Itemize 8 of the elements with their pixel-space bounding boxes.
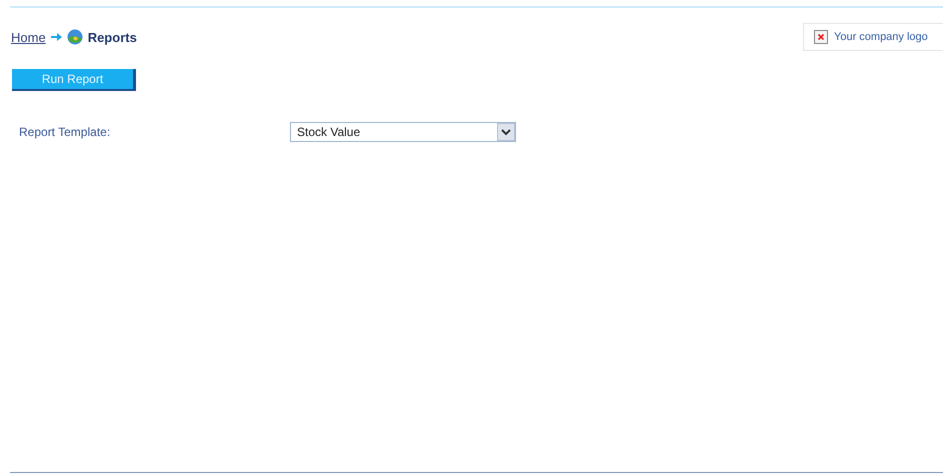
broken-image-icon xyxy=(814,30,828,44)
breadcrumb-link[interactable]: Home xyxy=(11,30,46,44)
breadcrumb-current: Reports xyxy=(88,30,137,44)
arrow-icon xyxy=(50,33,62,41)
report-template-select[interactable]: Stock Value xyxy=(290,122,516,142)
field-label: Report Template: xyxy=(19,125,112,139)
globe-icon xyxy=(66,29,83,45)
logo-text: Your company logo xyxy=(834,31,928,43)
